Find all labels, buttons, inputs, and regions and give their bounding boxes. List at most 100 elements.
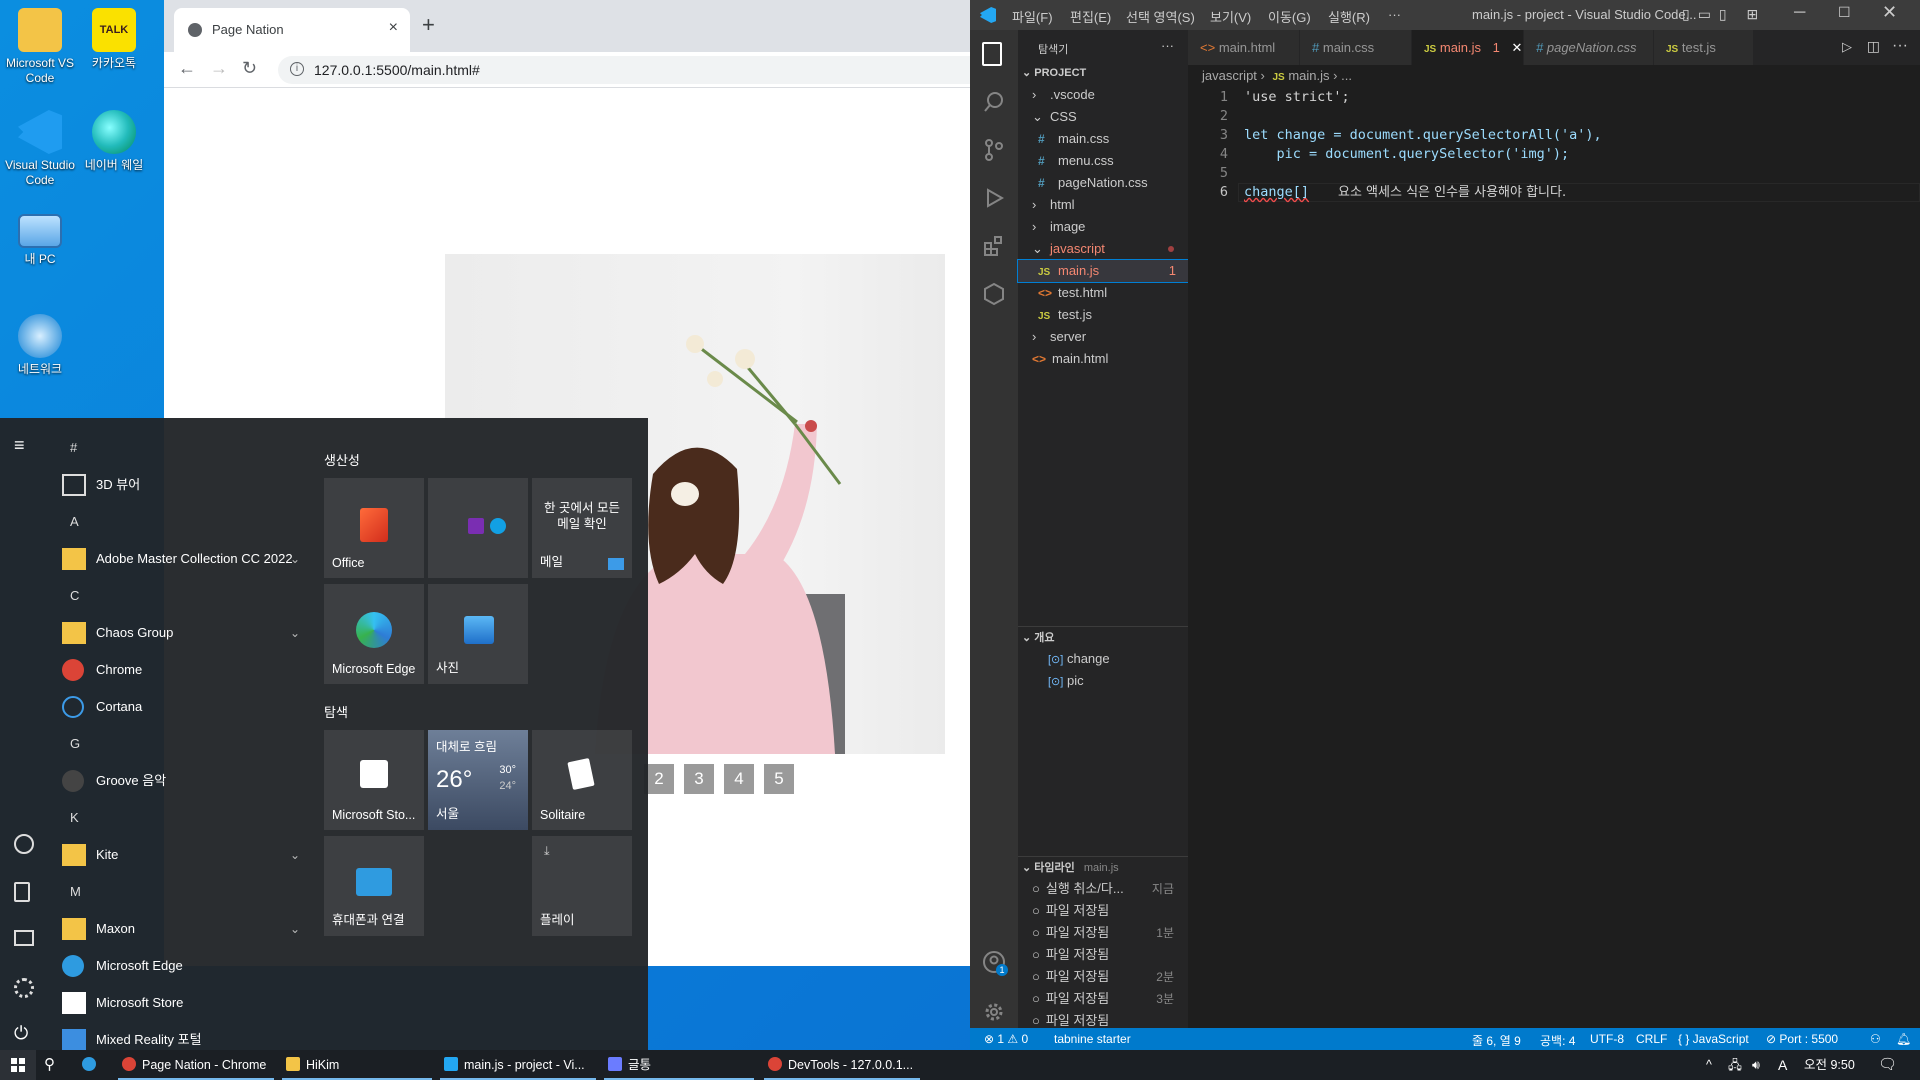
app-kite[interactable]: Kite ⌄ [62,837,300,873]
desktop-icon-this-pc[interactable]: 내 PC [0,214,80,267]
tree-item-test-html[interactable]: <> test.html [1018,282,1188,304]
run-file-icon[interactable]: ▷ [1842,39,1852,55]
page-button-4[interactable]: 4 [724,764,754,794]
menu-selection[interactable]: 선택 영역(S) [1126,7,1195,26]
taskbar-item[interactable]: 글통 [604,1050,754,1080]
tree-item-image[interactable]: › image [1018,216,1188,238]
tree-item-pagenation-css[interactable]: # pageNation.css [1018,172,1188,194]
tree-item-menu-css[interactable]: # menu.css [1018,150,1188,172]
editor-tab-main-js[interactable]: JS main.js 1 ✕ [1412,30,1524,65]
menu-file[interactable]: 파일(F) [1012,7,1053,26]
tile-onenote-skype[interactable] [428,478,528,578]
tree-item-main-js[interactable]: JS main.js 1 [1017,259,1189,283]
app-groove[interactable]: Groove 음악 [62,763,300,799]
tile-solitaire[interactable]: Solitaire [532,730,632,830]
app-maxon[interactable]: Maxon ⌄ [62,911,300,947]
app-list-letter[interactable]: M [70,884,81,899]
editor-tab-main-html[interactable]: <> main.html [1188,30,1300,65]
remote-explorer-icon[interactable] [982,282,1006,306]
start-button[interactable] [0,1050,36,1080]
timeline-entry[interactable]: ○ 파일 저장됨 2분 [1018,966,1188,988]
desktop-icon-naver-whale[interactable]: 네이버 웨일 [74,110,154,173]
tray-chevron-icon[interactable]: ^ [1706,1050,1712,1080]
editor-tab-pagenation-css[interactable]: # pageNation.css [1524,30,1654,65]
tree-item-main-html[interactable]: <> main.html [1018,348,1188,370]
desktop-icon-kakaotalk[interactable]: TALK 카카오톡 [74,8,154,71]
settings-gear-icon[interactable] [982,1000,1006,1024]
extensions-icon[interactable] [982,234,1006,258]
timeline-entry[interactable]: ○ 파일 저장됨 3분 [1018,988,1188,1010]
app-microsoft-store[interactable]: Microsoft Store [62,985,300,1021]
volume-icon[interactable]: 🔊︎ [1752,1050,1760,1080]
close-window-icon[interactable]: ✕ [1882,2,1897,23]
account-icon[interactable]: 1 [982,950,1008,976]
app-chrome[interactable]: Chrome [62,652,300,688]
address-bar[interactable]: i 127.0.0.1:5500/main.html# [278,56,970,84]
tree-item-test-js[interactable]: JS test.js [1018,304,1188,326]
app-3d[interactable]: 3D 뷰어 [62,467,300,503]
menu-run[interactable]: 실행(R) [1328,7,1370,26]
page-button-2[interactable]: 2 [644,764,674,794]
pictures-icon[interactable] [14,930,34,946]
tile-office[interactable]: Office [324,478,424,578]
tabnine-status[interactable]: tabnine starter [1054,1032,1131,1046]
tree-item-css[interactable]: ⌄ CSS [1018,106,1188,128]
problems-status[interactable]: ⊗ 1 ⚠ 0 [984,1032,1028,1046]
live-server-port[interactable]: ⊘ Port : 5500 [1766,1032,1838,1046]
menu-edit[interactable]: 편집(E) [1070,7,1111,26]
source-control-icon[interactable] [982,138,1006,162]
tile-mail[interactable]: 한 곳에서 모든 메일 확인 메일 [532,478,632,578]
search-icon[interactable] [982,90,1006,114]
timeline-header[interactable]: ⌄ 타임라인 main.js [1018,856,1188,878]
menu-view[interactable]: 보기(V) [1210,7,1251,26]
tile-play[interactable]: ⤓ 플레이 [532,836,632,936]
timeline-entry[interactable]: ○ 실행 취소/다... 지금 [1018,878,1188,900]
app-cortana[interactable]: Cortana [62,689,300,725]
explorer-icon[interactable] [982,42,1002,66]
layout-toggle-icons[interactable]: ▯▭▯ ⊞ [1682,6,1766,23]
run-debug-icon[interactable] [982,186,1006,210]
language-mode[interactable]: { } JavaScript [1678,1032,1749,1046]
taskbar-item[interactable]: Page Nation - Chrome [118,1050,274,1080]
back-icon[interactable]: ← [178,58,196,79]
maximize-icon[interactable]: ☐ [1838,4,1851,21]
notifications-bell-icon[interactable]: 🔔︎ [1896,1032,1911,1046]
tile-photos[interactable]: 사진 [428,584,528,684]
clock[interactable]: 오전 9:50 [1804,1050,1855,1080]
settings-icon[interactable] [14,978,34,998]
documents-icon[interactable] [14,882,30,902]
app-list-letter[interactable]: K [70,810,79,825]
hamburger-menu-icon[interactable]: ≡ [14,436,34,456]
tree-item-server[interactable]: › server [1018,326,1188,348]
cursor-position[interactable]: 줄 6, 열 9 [1472,1032,1521,1049]
menu-more[interactable]: ··· [1388,7,1401,22]
taskbar-item[interactable]: HiKim [282,1050,432,1080]
encoding-status[interactable]: UTF-8 [1590,1032,1624,1046]
app-adobe-master-collection-cc-2022[interactable]: Adobe Master Collection CC 2022 ⌄ [62,541,300,577]
desktop-icon-visual-studio-code[interactable]: Visual Studio Code [0,110,80,188]
page-button-5[interactable]: 5 [764,764,794,794]
minimize-icon[interactable]: ─ [1794,4,1805,22]
tree-item-vscode[interactable]: › .vscode [1018,84,1188,106]
tile-microsoft-store[interactable]: Microsoft Sto... [324,730,424,830]
power-icon[interactable]: ⏻ [14,1024,34,1044]
reload-icon[interactable]: ↻ [242,58,257,79]
tree-item-html[interactable]: › html [1018,194,1188,216]
chrome-tab-page-nation[interactable]: Page Nation × [174,8,410,52]
app-chaos-group[interactable]: Chaos Group ⌄ [62,615,300,651]
taskbar-search-icon[interactable]: ⚲ [44,1050,68,1080]
tree-item-main-css[interactable]: # main.css [1018,128,1188,150]
info-icon[interactable]: i [290,62,304,76]
outline-item-pic[interactable]: [⊙] pic [1018,670,1188,692]
tree-item-javascript[interactable]: ⌄ javascript [1018,238,1188,260]
editor-tab-main-css[interactable]: # main.css [1300,30,1412,65]
split-editor-icon[interactable]: ◫ [1867,38,1880,55]
timeline-entry[interactable]: ○파일 저장됨 [1018,900,1188,922]
close-tab-icon[interactable]: × [389,19,398,37]
project-root[interactable]: ⌄ PROJECT [1018,62,1188,84]
indent-status[interactable]: 공백: 4 [1540,1032,1575,1049]
user-account-icon[interactable] [14,834,34,854]
desktop-icon-network[interactable]: 네트워크 [0,314,80,377]
action-center-icon[interactable]: 🗨︎ [1878,1050,1897,1080]
editor-more-icon[interactable]: ··· [1892,37,1908,55]
